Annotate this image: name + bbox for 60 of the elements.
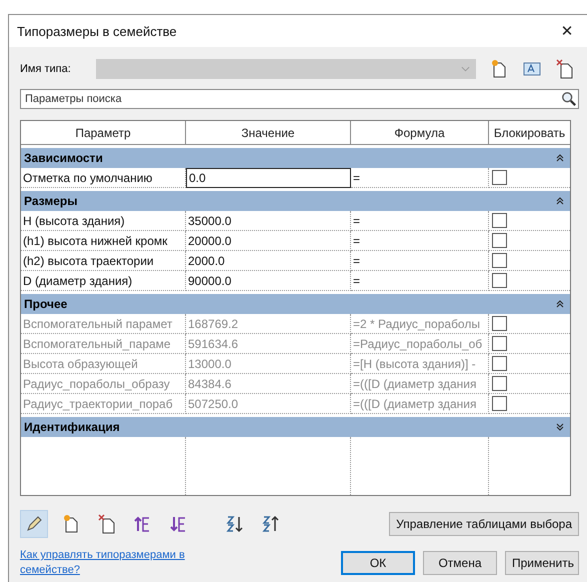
formula-cell: =(([D (диаметр здания [351, 374, 489, 394]
lookup-tables-button[interactable]: Управление таблицами выбора [389, 512, 579, 536]
column-header[interactable]: Значение [186, 121, 351, 145]
dialog-button[interactable]: Применить [505, 551, 579, 575]
parameter-name-cell: Радиус_траектории_пораб [21, 394, 186, 414]
lock-checkbox[interactable] [492, 213, 507, 228]
group-header[interactable]: Зависимости [21, 148, 570, 168]
column-header[interactable]: Блокировать [489, 121, 570, 145]
formula-cell: = [351, 251, 489, 271]
formula-cell: =[H (высота здания)] - [351, 354, 489, 374]
parameter-name-cell: D (диаметр здания) [21, 271, 186, 291]
delete-document-icon[interactable] [555, 59, 575, 79]
close-button[interactable]: ✕ [547, 15, 587, 47]
parameter-name-cell: (h2) высота траектории [21, 251, 186, 271]
formula-cell: = [351, 211, 489, 231]
parameter-name-cell: Вспомогательный парамет [21, 314, 186, 334]
formula-cell: =2 * Радиус_пораболы [351, 314, 489, 334]
parameter-name-cell: (h1) высота нижней кромк [21, 231, 186, 251]
lock-checkbox[interactable] [492, 253, 507, 268]
dialog-button[interactable]: ОК [341, 551, 415, 575]
search-field[interactable]: Параметры поиска [20, 89, 579, 109]
collapse-icon[interactable] [556, 154, 564, 162]
value-cell: 2000.0 [186, 251, 351, 271]
value-cell: 168769.2 [186, 314, 351, 334]
formula-cell: = [351, 231, 489, 251]
dialog-button[interactable]: Отмена [423, 551, 497, 575]
column-header[interactable]: Параметр [21, 121, 186, 145]
formula-cell: =(([D (диаметр здания [351, 394, 489, 414]
lock-checkbox[interactable] [492, 170, 507, 185]
parameter-name-cell: H (высота здания) [21, 211, 186, 231]
value-cell: 13000.0 [186, 354, 351, 374]
lock-checkbox[interactable] [492, 273, 507, 288]
parameter-name-cell: Высота образующей [21, 354, 186, 374]
value-cell: 20000.0 [186, 231, 351, 251]
group-header[interactable]: Прочее [21, 294, 570, 314]
collapse-icon[interactable] [556, 197, 564, 205]
collapse-icon[interactable] [556, 300, 564, 308]
formula-cell: = [351, 168, 489, 188]
window-title: Типоразмеры в семействе [17, 24, 178, 38]
lock-checkbox[interactable] [492, 233, 507, 248]
column-header[interactable]: Формула [351, 121, 489, 145]
parameter-name-cell: Отметка по умолчанию [21, 168, 186, 188]
type-name-label: Имя типа: [20, 63, 72, 75]
parameter-name-cell: Вспомогательный_параме [21, 334, 186, 354]
help-link[interactable]: Как управлять типоразмерами в семействе? [20, 548, 195, 578]
value-cell: 35000.0 [186, 211, 351, 231]
chevron-icon [461, 66, 470, 72]
value-cell: 90000.0 [186, 271, 351, 291]
parameter-name-cell: Радиус_пораболы_образу [21, 374, 186, 394]
expand-icon[interactable] [556, 423, 564, 431]
value-cell: 591634.6 [186, 334, 351, 354]
formula-cell: = [351, 271, 489, 291]
value-cell: 507250.0 [186, 394, 351, 414]
group-header[interactable]: Идентификация [21, 417, 570, 437]
formula-cell: =Радиус_пораболы_об [351, 334, 489, 354]
pencil-icon[interactable] [20, 510, 48, 538]
group-header[interactable]: Размеры [21, 191, 570, 211]
value-input-field[interactable]: 0.0 [186, 168, 351, 188]
search-icon[interactable] [561, 91, 577, 107]
value-cell: 84384.6 [186, 374, 351, 394]
